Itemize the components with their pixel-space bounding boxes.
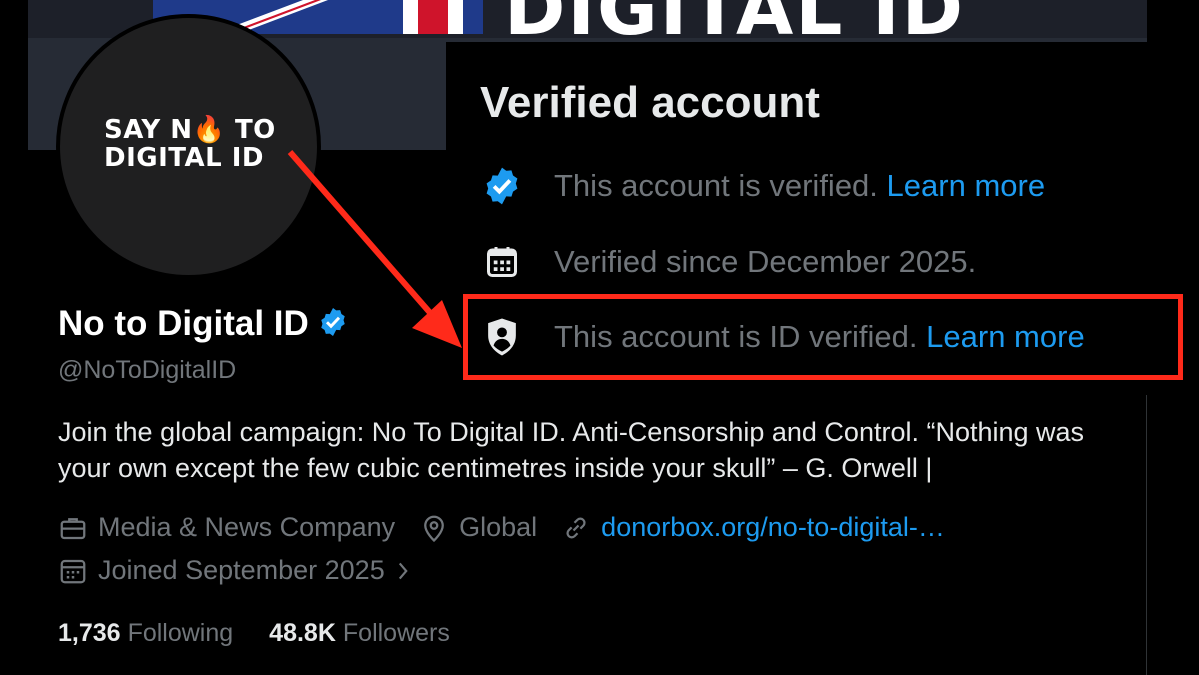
link-icon (566, 517, 586, 538)
avatar-line1a: SAY N (104, 115, 193, 145)
followers-label: Followers (342, 619, 450, 647)
verified-text: This account is verified. (554, 168, 878, 203)
profile-meta-row2[interactable]: Joined September 2025 (58, 555, 447, 586)
learn-more-link-verified[interactable]: Learn more (887, 168, 1046, 204)
profile-name-row: No to Digital ID (58, 304, 349, 344)
following-stat[interactable]: 1,736 Following (58, 619, 233, 648)
followers-count: 48.8K (269, 619, 336, 647)
profile-name: No to Digital ID (58, 304, 309, 343)
location-text: Global (459, 512, 538, 542)
website-item[interactable]: donorbox.org/no-to-digital-… (561, 512, 945, 543)
calendar-icon (60, 559, 86, 583)
verified-since-text: Verified since December 2025. (554, 244, 977, 279)
joined-item[interactable]: Joined September 2025 (58, 555, 423, 586)
flame-icon: 🔥 (192, 115, 226, 145)
followers-stat[interactable]: 48.8K Followers (269, 619, 450, 648)
profile-stats: 1,736 Following 48.8K Followers (58, 619, 486, 648)
verified-badge-icon[interactable] (317, 306, 349, 343)
briefcase-icon (60, 517, 86, 539)
website-link[interactable]: donorbox.org/no-to-digital-… (601, 512, 945, 543)
avatar-line2: DIGITAL ID (104, 143, 264, 173)
profile-handle: @NoToDigitalID (58, 356, 237, 384)
popup-row-since: Verified since December 2025. (480, 240, 976, 284)
calendar-icon (480, 240, 524, 284)
profile-meta-row1: Media & News Company Global donorbox.org… (58, 512, 969, 543)
avatar-line1b: TO (234, 115, 276, 145)
joined-text: Joined September 2025 (98, 555, 385, 585)
column-divider (1146, 395, 1147, 675)
chevron-right-icon (398, 562, 408, 579)
popup-row-verified: This account is verified. Learn more (480, 164, 1045, 208)
location-pin-icon (424, 515, 445, 542)
highlight-box (463, 294, 1183, 380)
avatar-logo-text: SAY N🔥 TO DIGITAL ID (104, 116, 304, 172)
category-item: Media & News Company (58, 512, 395, 543)
location-item: Global (419, 512, 537, 543)
popup-title: Verified account (480, 78, 820, 127)
category-text: Media & News Company (98, 512, 396, 542)
following-count: 1,736 (58, 619, 121, 647)
profile-bio: Join the global campaign: No To Digital … (58, 417, 1085, 483)
following-label: Following (127, 619, 234, 647)
verified-badge-icon (480, 164, 524, 208)
